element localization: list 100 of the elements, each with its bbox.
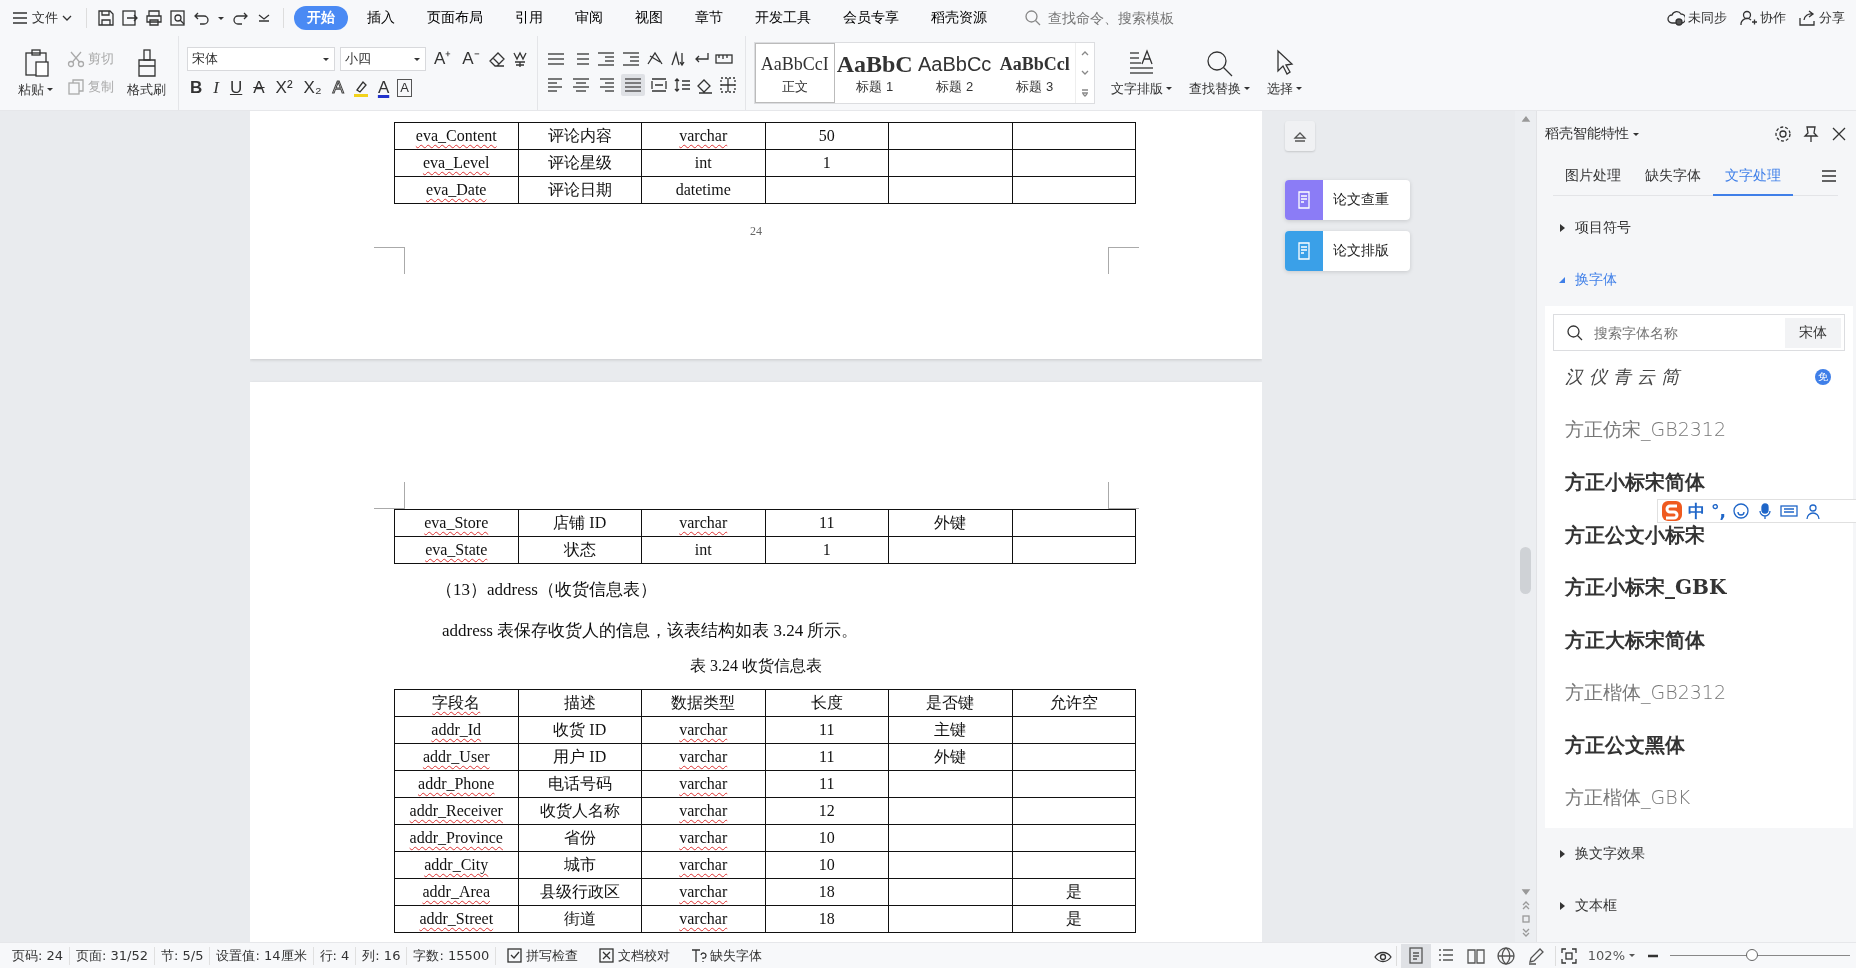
caret-icon[interactable] [1242,85,1251,92]
format-button[interactable]: A [329,77,347,99]
font-size-button[interactable]: A⁺ [431,48,455,70]
border-icon[interactable] [718,76,737,94]
settings-icon[interactable] [1774,125,1792,143]
format-button[interactable]: U [226,77,246,99]
format-button[interactable]: A [374,77,393,99]
file-menu[interactable]: 文件 [8,7,76,29]
decrease-indent-icon[interactable] [595,50,616,68]
menu-tab[interactable]: 章节 [682,6,736,30]
caret-icon[interactable] [1294,85,1303,92]
menu-tab[interactable]: 引用 [502,6,556,30]
print-preview-icon[interactable] [169,9,187,27]
font-option[interactable]: 汉仪青云简 [1565,365,1685,390]
style-preset[interactable]: AaBbC 标题 1 [834,43,915,103]
section-header[interactable]: 项目符号 [1537,202,1856,254]
side-action-button[interactable]: 论文排版 [1285,231,1410,271]
section-header[interactable]: 换字体 [1537,254,1856,306]
format-button[interactable]: X² [272,77,296,99]
highlighter-icon[interactable] [351,79,370,97]
caret-icon[interactable] [413,55,421,63]
font-name-field[interactable]: 宋体 [187,47,335,71]
menu-tab[interactable]: 视图 [622,6,676,30]
checkbox-icon[interactable] [506,947,524,964]
distribute-icon[interactable] [649,76,668,94]
collapse-button[interactable] [1285,121,1315,151]
panel-tab[interactable]: 图片处理 [1553,157,1633,196]
font-option[interactable]: 方正公文小标宋 [1565,521,1705,549]
caret-icon[interactable] [1632,130,1640,138]
toolbar-action[interactable]: 未同步 [1664,7,1730,29]
emoji-icon[interactable] [1731,502,1750,520]
caret-icon[interactable] [1164,85,1173,92]
font-option[interactable]: 方正楷体_GBK [1565,785,1691,812]
caret-icon[interactable] [46,86,54,93]
side-action-button[interactable]: 论文查重 [1285,180,1410,220]
menu-tab[interactable]: 页面布局 [414,6,496,30]
menu-tab[interactable]: 插入 [354,6,408,30]
format-button[interactable]: X₂ [300,77,325,99]
style-preset[interactable]: AaBbCc 标题 2 [914,43,995,103]
menu-icon[interactable] [1820,167,1838,185]
menu-tab[interactable]: 审阅 [562,6,616,30]
ribbon-tool[interactable]: 选择 [1262,45,1307,101]
ribbon-tool[interactable]: 文字排版 [1106,45,1177,101]
format-button[interactable]: B [187,77,206,99]
status-tool[interactable]: 拼写检查 [496,946,589,965]
style-preset[interactable]: AaBbCcl 标题 3 [994,43,1075,103]
font-option[interactable]: 方正楷体_GB2312 [1565,679,1727,706]
expand-icon[interactable] [1079,88,1090,98]
ribbon-tool[interactable]: 查找替换 [1184,45,1255,101]
user-icon[interactable] [1803,502,1822,520]
search-field[interactable]: 查找命令、搜索模板 [1046,9,1210,27]
scroll-down-icon[interactable] [1079,68,1090,77]
format-painter-button[interactable]: 格式刷 [123,44,170,102]
style-preset[interactable]: AaBbCcI 正文 [754,43,835,103]
font-option[interactable]: 方正公文黑体 [1565,731,1685,759]
scroll-thumb[interactable] [1520,547,1531,594]
close-icon[interactable] [1830,125,1848,143]
menu-tab[interactable]: 稻壳资源 [918,6,1000,30]
panel-tab[interactable]: 文字处理 [1713,157,1793,196]
menu-tab[interactable]: 开发工具 [742,6,824,30]
font-option[interactable]: 方正小标宋简体 [1565,469,1705,496]
font-size-field[interactable]: 小四 [340,47,426,71]
section-header[interactable]: 文本框 [1537,880,1856,933]
toolbar-action[interactable]: 协作 [1736,7,1789,29]
zoom-level[interactable]: 102% [1587,948,1636,963]
search-icon[interactable] [1204,48,1235,77]
panel-title[interactable]: 稻壳智能特性 [1545,125,1640,143]
caret-icon[interactable] [217,14,225,22]
section-header[interactable]: 换文字效果 [1537,828,1856,881]
font-search-box[interactable]: 搜索字体名称 宋体 [1553,314,1845,351]
increase-indent-icon[interactable] [620,50,641,68]
punctuation-mode[interactable]: °, [1711,501,1726,521]
keyboard-icon[interactable] [1779,502,1798,520]
export-icon[interactable] [121,9,139,27]
view-mode-button[interactable] [1400,943,1431,968]
format-button[interactable]: A [250,77,268,99]
format-button[interactable]: I [210,77,222,99]
format-button[interactable]: A [397,79,412,97]
pin-icon[interactable] [1802,125,1820,143]
status-tool[interactable]: 文档校对 [588,946,681,965]
x-box-icon[interactable] [598,947,616,964]
eraser-icon[interactable] [487,50,506,68]
panel-tab[interactable]: 缺失字体 [1633,157,1713,196]
status-tool[interactable]: 缺失字体 [680,946,773,965]
font-option[interactable]: 方正大标宋简体 [1565,626,1705,654]
line-spacing-icon[interactable] [672,76,691,94]
menu-tab[interactable]: 会员专享 [830,6,912,30]
font-option[interactable]: 方正仿宋_GB2312 [1565,416,1727,443]
input-mode[interactable]: 中 [1688,499,1705,523]
font-option[interactable]: 方正小标宋_GBK [1565,574,1727,602]
sort-icon[interactable] [668,50,687,68]
toolbar-action[interactable]: 分享 [1795,7,1848,29]
save-icon[interactable] [97,9,115,27]
paste-button[interactable]: 粘贴 [14,44,58,102]
caret-icon[interactable] [1628,952,1636,959]
print-icon[interactable] [145,9,163,27]
font-size-button[interactable]: A⁻ [459,48,483,70]
align-center-icon[interactable] [570,76,591,94]
fit-page-icon[interactable] [1559,946,1578,965]
caret-icon[interactable] [322,55,330,63]
